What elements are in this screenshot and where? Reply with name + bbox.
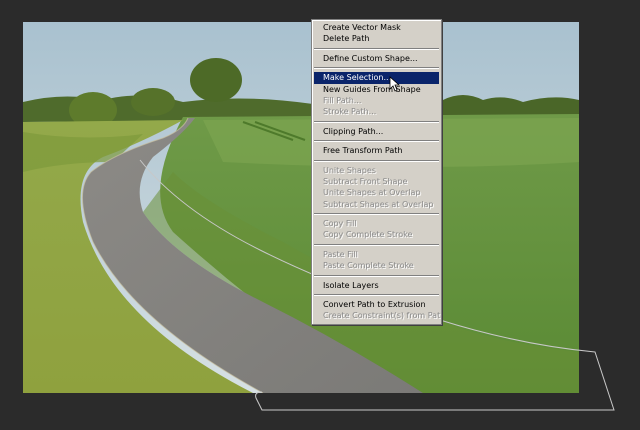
menu-item-stroke-path: Stroke Path...	[323, 107, 377, 117]
road-field-image	[23, 22, 579, 393]
mouse-pointer-icon	[389, 76, 401, 92]
menu-item-subtract-shapes-at-overlap: Subtract Shapes at Overlap	[323, 199, 434, 209]
menu-item-fill-path: Fill Path...	[323, 95, 362, 105]
menu-item-free-transform-path[interactable]: Free Transform Path	[312, 145, 441, 156]
menu-separator	[314, 274, 439, 277]
menu-item-create-constraint-s-from-path: Create Constraint(s) from Path	[323, 311, 441, 321]
menu-item-delete-path[interactable]: Delete Path	[312, 33, 441, 44]
menu-item-define-custom-shape[interactable]: Define Custom Shape...	[312, 53, 441, 64]
menu-item-create-vector-mask[interactable]: Create Vector Mask	[312, 22, 441, 33]
menu-item-new-guides-from-shape[interactable]: New Guides From Shape	[312, 84, 441, 95]
context-menu[interactable]: Create Vector Mask Delete Path Define Cust…	[311, 19, 442, 325]
menu-item-isolate-layers[interactable]: Isolate Layers	[312, 280, 441, 291]
menu-separator	[314, 47, 439, 50]
menu-item-subtract-front-shape: Subtract Front Shape	[323, 176, 408, 186]
menu-item-copy-complete-stroke: Copy Complete Stroke	[323, 230, 413, 240]
menu-item-paste-complete-stroke: Paste Complete Stroke	[323, 261, 414, 271]
menu-separator	[314, 120, 439, 123]
menu-separator	[314, 140, 439, 143]
menu-item-clipping-path[interactable]: Clipping Path...	[312, 126, 441, 137]
menu-separator	[314, 243, 439, 246]
menu-item-unite-shapes: Unite Shapes	[323, 165, 376, 175]
document-canvas[interactable]: Create Vector Mask Delete Path Define Cust…	[0, 0, 640, 430]
menu-item-make-selection[interactable]: Make Selection...	[314, 72, 439, 84]
menu-item-copy-fill: Copy Fill	[323, 219, 357, 229]
landscape-photo[interactable]	[23, 22, 579, 393]
menu-separator	[314, 67, 439, 70]
menu-item-paste-fill: Paste Fill	[323, 249, 358, 259]
menu-separator	[314, 159, 439, 162]
menu-item-unite-shapes-at-overlap: Unite Shapes at Overlap	[323, 188, 421, 198]
menu-separator	[314, 294, 439, 297]
menu-item-convert-path-to-extrusion[interactable]: Convert Path to Extrusion	[312, 299, 441, 310]
menu-separator	[314, 213, 439, 216]
